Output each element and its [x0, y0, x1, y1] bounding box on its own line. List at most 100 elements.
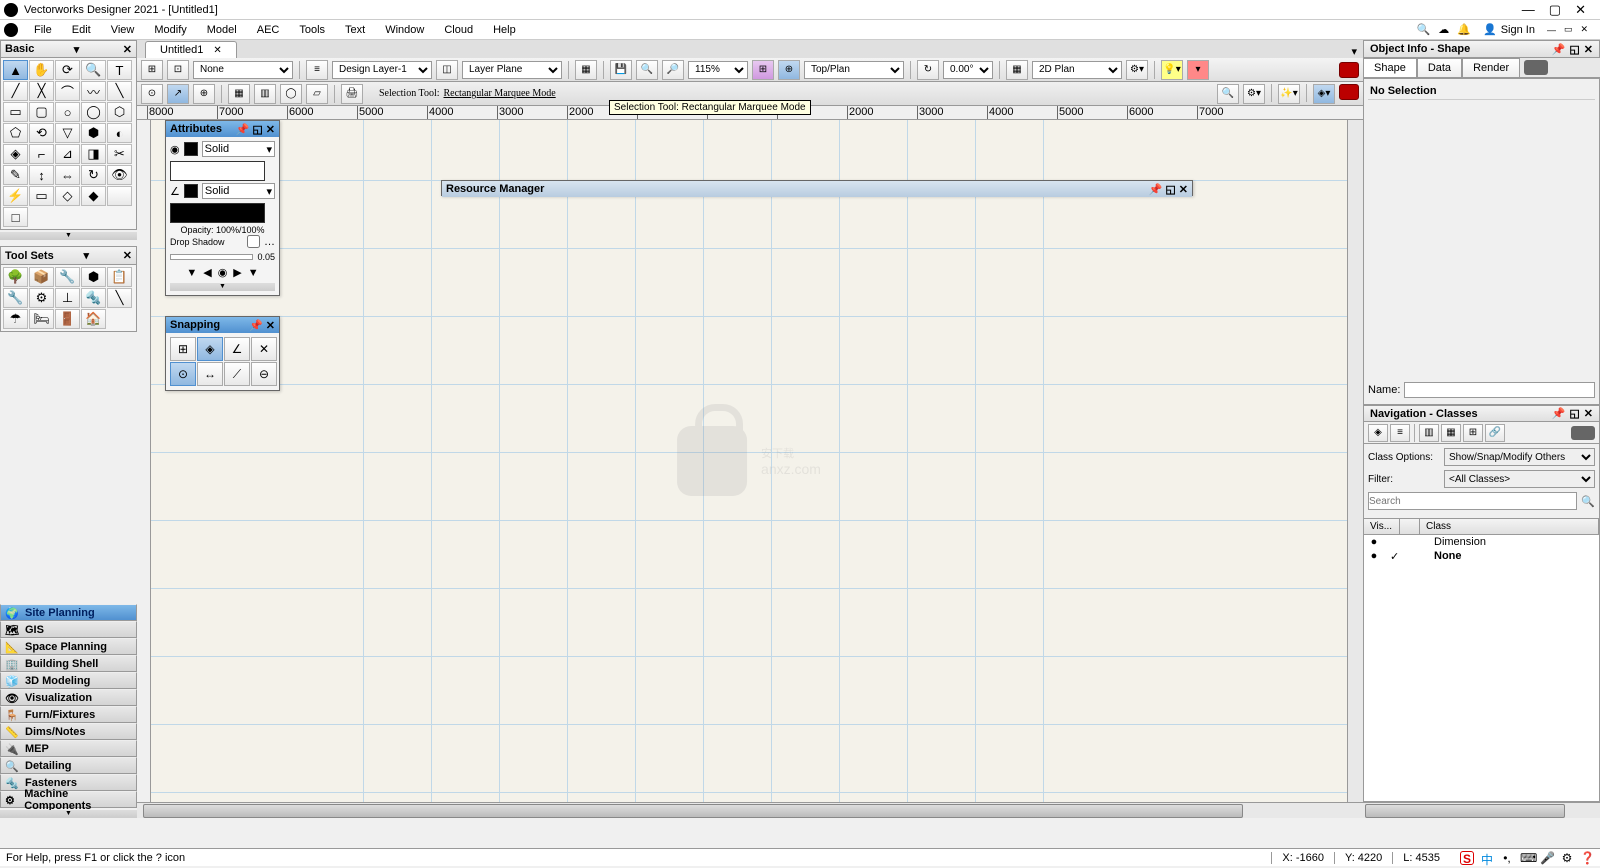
toolset-tool-8[interactable]: ⊥	[55, 288, 80, 308]
highlight-dropdown-button[interactable]: ✨▾	[1278, 84, 1300, 104]
fit-page-button[interactable]: ⊞	[141, 60, 163, 80]
record-button[interactable]	[1339, 62, 1359, 78]
toolset-tool-10[interactable]: ╲	[107, 288, 132, 308]
navigation-close-button[interactable]: ✕	[1584, 407, 1593, 420]
toolset-machine-components[interactable]: ⚙Machine Components	[0, 791, 137, 808]
toolset-tool-11[interactable]: ☂	[3, 309, 28, 329]
class-dropdown[interactable]: None	[193, 61, 293, 79]
toolset-building-shell[interactable]: 🏢Building Shell	[0, 655, 137, 672]
nav-references-button[interactable]: 🔗	[1485, 424, 1505, 442]
zoom-tool[interactable]: 🔍	[81, 60, 106, 80]
snap-object-button[interactable]: ◈	[197, 337, 223, 361]
preferences-button[interactable]: 🖨	[341, 84, 363, 104]
drop-shadow-settings-button[interactable]: …	[264, 236, 275, 248]
text-tool[interactable]: T	[107, 60, 132, 80]
record-badge[interactable]	[1524, 60, 1548, 75]
nav-layers-button[interactable]: ≡	[1390, 424, 1410, 442]
snap-intersect-button[interactable]: ✕	[251, 337, 277, 361]
layer-dropdown[interactable]: Design Layer-1	[332, 61, 432, 79]
zoom-button[interactable]: 🔍	[636, 60, 658, 80]
basic-close-button[interactable]: ✕	[123, 43, 132, 56]
trim-tool[interactable]: ◆	[81, 186, 106, 206]
render-settings-button[interactable]: ⚙▾	[1126, 60, 1148, 80]
layer-icon[interactable]: ≡	[306, 60, 328, 80]
oval-tool[interactable]: ◯	[81, 102, 106, 122]
horizontal-scrollbar[interactable]	[137, 802, 1363, 818]
pen-color-swatch[interactable]	[184, 184, 198, 198]
filter-dropdown[interactable]: <All Classes>	[1444, 470, 1595, 488]
pin-icon[interactable]: 📌	[1552, 43, 1566, 56]
col-class[interactable]: Class	[1420, 519, 1599, 534]
visibility-toggle[interactable]: ●	[1364, 536, 1384, 548]
snapping-close-button[interactable]: ✕	[266, 319, 275, 332]
arc-tool[interactable]: ⌒	[55, 81, 80, 101]
tray-mic-icon[interactable]: 🎤	[1540, 851, 1554, 865]
connect-tool[interactable]: ⚡	[3, 186, 28, 206]
toolset-space-planning[interactable]: 📐Space Planning	[0, 638, 137, 655]
mode-btn-5[interactable]: ▥	[254, 84, 276, 104]
scale-tool[interactable]: □	[3, 207, 28, 227]
marker-start-dropdown[interactable]: ▼	[186, 267, 197, 279]
regular-polygon-tool[interactable]: ⬢	[81, 123, 106, 143]
clip-tool[interactable]: ✂	[107, 144, 132, 164]
search-icon[interactable]: 🔍	[1417, 23, 1431, 36]
menu-cloud[interactable]: Cloud	[434, 22, 483, 38]
tray-keyboard-icon[interactable]: ⌨	[1520, 851, 1534, 865]
pin-icon[interactable]: 📌	[249, 319, 263, 332]
toolset-mep[interactable]: 🔌MEP	[0, 740, 137, 757]
object-info-close-button[interactable]: ✕	[1584, 43, 1593, 56]
multiview-button[interactable]: ⊕	[778, 60, 800, 80]
menu-window[interactable]: Window	[375, 22, 434, 38]
rotate-tool[interactable]: ↻	[81, 165, 106, 185]
toolset-tool-6[interactable]: 🔧	[3, 288, 28, 308]
split-tool[interactable]: ◇	[55, 186, 80, 206]
eyedropper-tool[interactable]: ✎	[3, 165, 28, 185]
object-info-header[interactable]: Object Info - Shape 📌 ◱ ✕	[1363, 40, 1600, 58]
mode-btn-7[interactable]: ▱	[306, 84, 328, 104]
record-button-2[interactable]	[1339, 84, 1359, 100]
expand-icon[interactable]: ◱	[1569, 407, 1579, 420]
rotate-view-button[interactable]: ↻	[917, 60, 939, 80]
toolset-tool-12[interactable]: 🛏	[29, 309, 54, 329]
document-tab-close[interactable]: ✕	[213, 45, 221, 56]
pen-preview[interactable]	[170, 203, 265, 223]
expand-icon[interactable]: ◱	[1569, 43, 1579, 56]
active-check[interactable]: ✓	[1384, 550, 1404, 563]
2d-locus-tool[interactable]: ╲	[107, 81, 132, 101]
spiral-tool[interactable]: ⟲	[29, 123, 54, 143]
toolset-tool-14[interactable]: 🏠	[81, 309, 106, 329]
nav-viewports-button[interactable]: ▦	[1441, 424, 1461, 442]
visibility-toggle[interactable]: ●	[1364, 550, 1384, 562]
marker-next-button[interactable]: ▶	[233, 266, 241, 279]
fill-icon[interactable]: ◉	[170, 143, 180, 156]
drawing-canvas[interactable]: 安下载 anxz.com Attributes 📌◱✕ ◉ Solid	[151, 120, 1347, 802]
snapping-panel[interactable]: Snapping 📌✕ ⊞ ◈ ∠ ✕ ⊙ ↔ ⟋ ⊖	[165, 316, 280, 391]
settings-dropdown-button[interactable]: ⚙▾	[1243, 84, 1265, 104]
toolset-tool-7[interactable]: ⚙	[29, 288, 54, 308]
class-search-input[interactable]	[1368, 492, 1577, 510]
menu-modify[interactable]: Modify	[144, 22, 196, 38]
menu-model[interactable]: Model	[197, 22, 247, 38]
save-view-button[interactable]: 💾	[610, 60, 632, 80]
move-tool[interactable]	[107, 186, 132, 206]
document-tab[interactable]: Untitled1 ✕	[145, 41, 237, 58]
angle-input[interactable]: 0.00°	[943, 61, 993, 79]
fillet-tool[interactable]: ⌐	[29, 144, 54, 164]
toolset-tool-1[interactable]: 🌳	[3, 267, 28, 287]
chamfer-tool[interactable]: ⊿	[55, 144, 80, 164]
pen-type-dropdown[interactable]: Solid▾	[202, 183, 275, 199]
selection-tool[interactable]: ▲	[3, 60, 28, 80]
plane-dropdown[interactable]: Layer Plane	[462, 61, 562, 79]
plane-icon[interactable]: ◫	[436, 60, 458, 80]
toolset-collapse-bar[interactable]: ▼	[0, 810, 137, 818]
line-tool[interactable]: ╱	[3, 81, 28, 101]
fill-color-swatch[interactable]	[184, 142, 198, 156]
attribute-mapping-tool[interactable]: ↕	[29, 165, 54, 185]
search-tool-button[interactable]: 🔍	[1217, 84, 1239, 104]
toolset-tool-4[interactable]: ⬢	[81, 267, 106, 287]
minimize-button[interactable]: —	[1522, 2, 1535, 18]
saved-view-button[interactable]: ▦	[575, 60, 597, 80]
tab-shape[interactable]: Shape	[1363, 58, 1417, 77]
double-line-tool[interactable]: ╳	[29, 81, 54, 101]
toolset-tool-3[interactable]: 🔧	[55, 267, 80, 287]
